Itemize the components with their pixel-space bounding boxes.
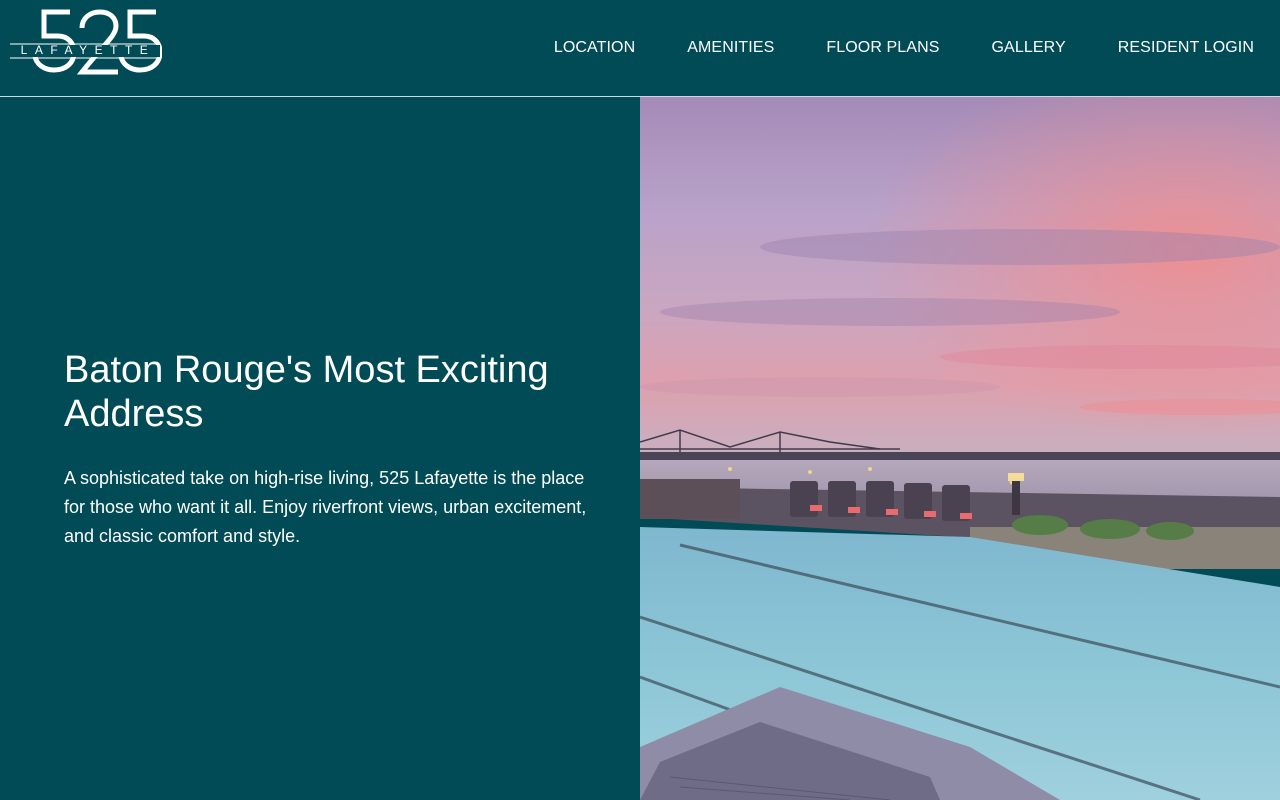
hero-description: A sophisticated take on high-rise living… <box>64 468 587 546</box>
pool-sunset-illustration <box>640 97 1280 800</box>
nav-location[interactable]: LOCATION <box>554 39 635 57</box>
hero-title: Baton Rouge's Most Exciting Address <box>64 349 549 435</box>
nav-floor-plans[interactable]: FLOOR PLANS <box>826 39 939 57</box>
nav-amenities[interactable]: AMENITIES <box>687 39 774 57</box>
site-header: LAFAYETTE LOCATION AMENITIES FLOOR PLANS… <box>0 0 1280 97</box>
hero-text-panel: Baton Rouge's Most Exciting Address A so… <box>0 97 640 800</box>
nav-gallery[interactable]: GALLERY <box>992 39 1066 57</box>
main-nav: LOCATION AMENITIES FLOOR PLANS GALLERY R… <box>502 0 1254 96</box>
rooftop-pool-photo <box>640 97 1280 800</box>
brand-name: LAFAYETTE <box>20 43 156 57</box>
brand-logo[interactable]: LAFAYETTE <box>8 6 162 90</box>
nav-resident-login[interactable]: RESIDENT LOGIN <box>1118 39 1254 57</box>
